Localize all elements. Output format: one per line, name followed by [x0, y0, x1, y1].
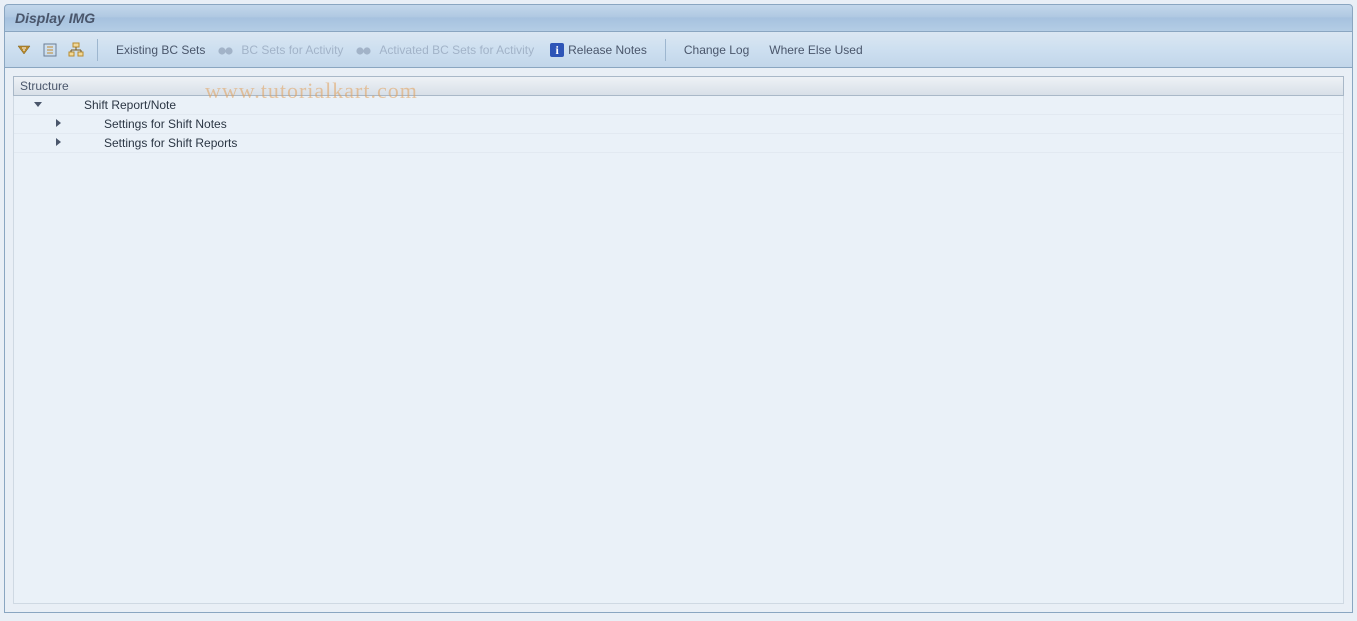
tree-node-label: Shift Report/Note [84, 98, 176, 112]
structure-tree: Structure Shift Report/Note Settings for… [13, 76, 1344, 604]
tree-structure-button[interactable] [65, 39, 87, 61]
glasses-icon [217, 42, 233, 58]
activated-bc-sets-for-activity-button: Activated BC Sets for Activity [355, 39, 542, 61]
release-notes-button[interactable]: i Release Notes [546, 39, 655, 61]
expand-icon[interactable] [14, 138, 54, 149]
application-toolbar: Existing BC Sets BC Sets for Activity Ac… [4, 32, 1353, 68]
existing-bc-sets-button[interactable]: Existing BC Sets [108, 39, 213, 61]
page-title: Display IMG [15, 10, 95, 26]
tree-node-label: Settings for Shift Reports [104, 136, 237, 150]
glasses-icon [355, 42, 371, 58]
where-else-used-button[interactable]: Where Else Used [761, 39, 870, 61]
tree-node-shift-report-note[interactable]: Shift Report/Note [14, 96, 1343, 115]
tree-column-header[interactable]: Structure [13, 76, 1344, 96]
bc-sets-for-activity-button: BC Sets for Activity [217, 39, 351, 61]
additional-info-button[interactable] [39, 39, 61, 61]
release-notes-label: Release Notes [568, 39, 647, 61]
activated-bc-sets-for-activity-label: Activated BC Sets for Activity [371, 39, 542, 61]
change-log-button[interactable]: Change Log [676, 39, 757, 61]
tree-node-settings-shift-reports[interactable]: Settings for Shift Reports [14, 134, 1343, 153]
content-area: Structure Shift Report/Note Settings for… [4, 68, 1353, 613]
expand-subtree-button[interactable] [13, 39, 35, 61]
collapse-icon[interactable] [14, 100, 34, 111]
tree-body: Shift Report/Note Settings for Shift Not… [13, 96, 1344, 604]
window-titlebar: Display IMG [4, 4, 1353, 32]
bc-sets-for-activity-label: BC Sets for Activity [233, 39, 351, 61]
toolbar-separator [665, 39, 666, 61]
toolbar-separator [97, 39, 98, 61]
tree-node-settings-shift-notes[interactable]: Settings for Shift Notes [14, 115, 1343, 134]
expand-icon[interactable] [14, 119, 54, 130]
info-icon: i [550, 43, 564, 57]
tree-node-label: Settings for Shift Notes [104, 117, 227, 131]
